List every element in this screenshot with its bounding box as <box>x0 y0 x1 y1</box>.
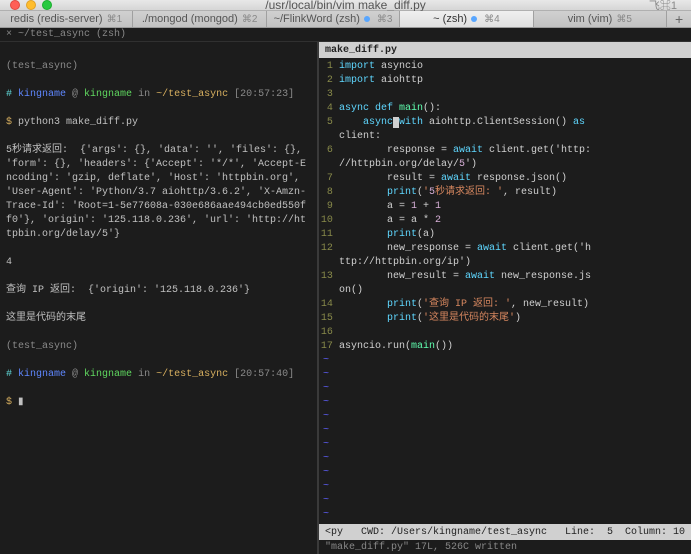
vim-filename: make_diff.py <box>325 45 397 56</box>
vim-pane-right[interactable]: make_diff.py 1import asyncio2import aioh… <box>317 42 691 554</box>
vim-buffer-name: make_diff.py <box>319 42 691 58</box>
prompt-user: kingname <box>18 369 66 380</box>
prompt-path: ~/test_async <box>156 89 228 100</box>
tab-bar: redis (redis-server) ⌘1 ./mongod (mongod… <box>0 11 691 28</box>
tab-redis[interactable]: redis (redis-server) ⌘1 <box>0 11 133 27</box>
prompt-time: [20:57:40] <box>228 369 294 380</box>
split-panes: (test_async) # kingname @ kingname in ~/… <box>0 42 691 554</box>
zoom-icon[interactable] <box>42 0 52 10</box>
prompt-host: kingname <box>84 369 132 380</box>
prompt-host: kingname <box>84 89 132 100</box>
tab-mongod[interactable]: ./mongod (mongod) ⌘2 <box>133 11 266 27</box>
tmux-status-text: × ~/test_async (zsh) <box>6 29 126 40</box>
dirty-indicator-icon <box>471 16 477 22</box>
vim-status-text: <py CWD: /Users/kingname/test_async Line… <box>325 527 685 538</box>
tab-label: ./mongod (mongod) <box>142 13 238 25</box>
tab-home-zsh[interactable]: ~ (zsh) ⌘4 <box>400 11 533 27</box>
new-tab-button[interactable]: + <box>667 11 691 27</box>
vim-editor-body[interactable]: 1import asyncio2import aiohttp3 4async d… <box>319 58 691 524</box>
terminal-pane-left[interactable]: (test_async) # kingname @ kingname in ~/… <box>0 42 317 554</box>
dirty-indicator-icon <box>364 16 370 22</box>
output-line: 4 <box>6 257 12 268</box>
venv-badge: (test_async) <box>6 61 78 72</box>
venv-badge: (test_async) <box>6 341 78 352</box>
tab-hotkey: ⌘3 <box>377 14 393 25</box>
tab-hotkey: ⌘1 <box>107 14 123 25</box>
output-line: 这里是代码的末尾 <box>6 313 86 324</box>
tab-flinkword[interactable]: ~/FlinkWord (zsh) ⌘3 <box>267 11 400 27</box>
tab-vim[interactable]: vim (vim) ⌘5 <box>534 11 667 27</box>
vim-cmdline: "make_diff.py" 17L, 526C written <box>319 540 691 554</box>
tmux-status-bar: × ~/test_async (zsh) <box>0 28 691 42</box>
tab-hotkey: ⌘2 <box>242 14 258 25</box>
prompt-time: [20:57:23] <box>228 89 294 100</box>
output-json: 5秒请求返回: {'args': {}, 'data': '', 'files'… <box>6 145 308 240</box>
cmd-python: python3 make_diff.py <box>18 117 138 128</box>
prompt-user: kingname <box>18 89 66 100</box>
prompt-in: in <box>132 89 156 100</box>
prompt-dollar: $ <box>6 117 18 128</box>
prompt-hash: # <box>6 89 18 100</box>
prompt-at: @ <box>66 369 84 380</box>
tab-hotkey: ⌘4 <box>484 14 500 25</box>
close-icon[interactable] <box>10 0 20 10</box>
window-titlebar: /usr/local/bin/vim make_diff.py 飞⌘1 <box>0 0 691 11</box>
tab-label: ~ (zsh) <box>433 13 467 25</box>
prompt-in: in <box>132 369 156 380</box>
traffic-lights <box>0 0 52 10</box>
prompt-dollar: $ <box>6 397 18 408</box>
prompt-at: @ <box>66 89 84 100</box>
vim-cmdline-text: "make_diff.py" 17L, 526C written <box>325 542 517 553</box>
output-line: 查询 IP 返回: {'origin': '125.118.0.236'} <box>6 285 250 296</box>
prompt-path: ~/test_async <box>156 369 228 380</box>
vim-statusline: <py CWD: /Users/kingname/test_async Line… <box>319 524 691 540</box>
prompt-hash: # <box>6 369 18 380</box>
tab-label: redis (redis-server) <box>10 13 102 25</box>
minimize-icon[interactable] <box>26 0 36 10</box>
tab-hotkey: ⌘5 <box>616 14 632 25</box>
tab-label: ~/FlinkWord (zsh) <box>274 13 360 25</box>
cursor-block: ▮ <box>18 397 24 408</box>
tab-label: vim (vim) <box>568 13 613 25</box>
